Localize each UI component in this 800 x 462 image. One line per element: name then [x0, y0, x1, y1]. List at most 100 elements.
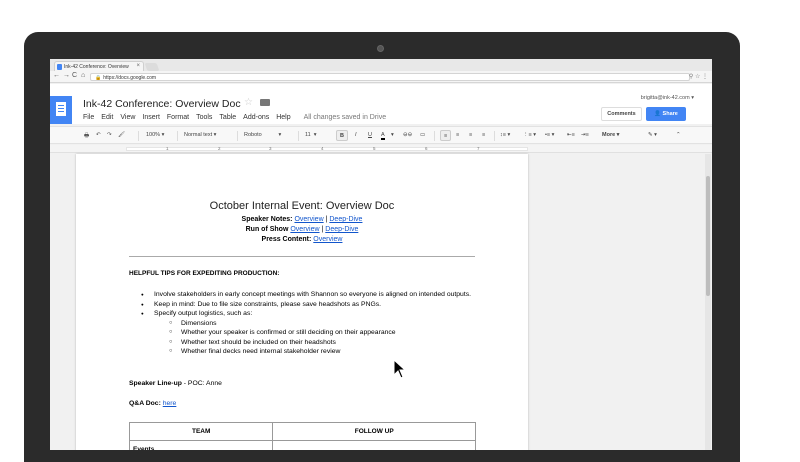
editing-mode-icon[interactable]: ✎ ▾ — [648, 132, 657, 138]
ruler-mark: 2 — [218, 146, 221, 151]
reload-icon[interactable]: C — [72, 72, 77, 79]
collapse-icon[interactable]: ⌃ — [676, 132, 681, 138]
url-field[interactable]: 🔒 https://docs.google.com — [90, 73, 690, 81]
docs-favicon-icon — [57, 64, 62, 70]
document-page[interactable]: October Internal Event: Overview Doc Spe… — [76, 154, 528, 450]
share-button[interactable]: 👤 Share — [646, 107, 686, 121]
list-item: Involve stakeholders in early concept me… — [129, 290, 479, 300]
list-item: Dimensions — [129, 319, 479, 329]
qa-doc-link[interactable]: here — [163, 400, 177, 407]
ruler-mark: 4 — [321, 146, 324, 151]
bold-button[interactable]: B — [336, 130, 348, 141]
qa-doc-line: Q&A Doc: here — [129, 400, 177, 407]
font-size-select[interactable]: 11 ▾ — [305, 132, 317, 138]
font-select[interactable]: Roboto ▾ — [244, 132, 281, 138]
underline-button[interactable]: U — [368, 132, 372, 138]
list-item: Keep in mind: Due to file size constrain… — [129, 300, 479, 310]
list-item: Specify output logistics, such as: — [129, 309, 479, 319]
align-left-icon[interactable]: ≡ — [440, 130, 452, 141]
menu-insert[interactable]: Insert — [142, 114, 160, 121]
menu-view[interactable]: View — [120, 114, 135, 121]
menu-table[interactable]: Table — [219, 114, 236, 121]
url-text: https://docs.google.com — [103, 75, 157, 81]
text-color-button[interactable]: A — [381, 132, 385, 140]
camera-icon — [377, 45, 384, 52]
menu-tools[interactable]: Tools — [196, 114, 212, 121]
list-item: Whether text should be included on their… — [129, 338, 479, 348]
undo-icon[interactable]: ↶ — [96, 132, 101, 138]
table-cell-events: Events — [128, 440, 274, 450]
table-cell[interactable] — [272, 440, 476, 450]
run-of-show-deepdive-link[interactable]: Deep-Dive — [325, 226, 358, 233]
address-bar-row: ← → C ⌂ 🔒 https://docs.google.com ⚲ ☆ ⋮ — [50, 71, 712, 83]
align-center-icon[interactable]: ≡ — [456, 132, 459, 138]
numbered-list-icon[interactable]: ⋮≡ ▾ — [523, 132, 536, 138]
save-status: All changes saved in Drive — [303, 114, 387, 121]
scrollbar[interactable] — [705, 154, 711, 450]
paint-format-icon[interactable]: 🖌 — [118, 132, 125, 138]
ruler-mark: 1 — [166, 146, 169, 151]
docs-logo-icon[interactable] — [50, 96, 72, 124]
menu-edit[interactable]: Edit — [101, 114, 113, 121]
scrollbar-thumb[interactable] — [706, 176, 710, 296]
italic-button[interactable]: I — [355, 132, 357, 138]
divider — [129, 256, 475, 257]
tips-heading: HELPFUL TIPS FOR EXPEDITING PRODUCTION: — [129, 270, 280, 277]
speaker-lineup: Speaker Line-up - POC: Anne — [129, 380, 222, 387]
mouse-cursor-icon — [393, 359, 407, 379]
speaker-notes-overview-link[interactable]: Overview — [294, 216, 323, 223]
comment-icon[interactable]: ▭ — [420, 132, 425, 138]
line-spacing-icon[interactable]: ↕≡ ▾ — [500, 132, 510, 138]
tips-list: Involve stakeholders in early concept me… — [129, 290, 479, 357]
text-color-dropdown-icon[interactable]: ▾ — [391, 132, 394, 138]
document-title[interactable]: Ink-42 Conference: Overview Doc — [83, 98, 241, 110]
team-table[interactable]: TEAM FOLLOW UP Events — [128, 422, 476, 450]
table-row[interactable]: Events — [128, 440, 476, 450]
speaker-notes-deepdive-link[interactable]: Deep-Dive — [329, 216, 362, 223]
increase-indent-icon[interactable]: ⇥≡ — [581, 132, 589, 138]
star-icon[interactable]: ☆ — [244, 97, 253, 108]
close-tab-icon[interactable]: × — [136, 63, 140, 69]
docs-header: Ink-42 Conference: Overview Doc ☆ File E… — [50, 84, 712, 124]
back-icon[interactable]: ← — [53, 72, 60, 79]
table-header-team: TEAM — [128, 422, 274, 441]
forward-icon[interactable]: → — [63, 72, 70, 79]
lock-icon: 🔒 — [95, 75, 102, 81]
ruler-mark: 3 — [269, 146, 272, 151]
bulleted-list-icon[interactable]: •≡ ▾ — [545, 132, 554, 138]
new-tab-button[interactable] — [144, 63, 160, 71]
more-menu[interactable]: More ▾ — [602, 132, 619, 138]
align-right-icon[interactable]: ≡ — [469, 132, 472, 138]
doc-heading: October Internal Event: Overview Doc — [209, 200, 395, 212]
press-overview-link[interactable]: Overview — [313, 236, 342, 243]
ruler-mark: 7 — [477, 146, 480, 151]
run-of-show-line: Run of Show Overview | Deep-Dive — [245, 226, 359, 233]
decrease-indent-icon[interactable]: ⇤≡ — [567, 132, 575, 138]
menu-format[interactable]: Format — [167, 114, 189, 121]
justify-icon[interactable]: ≡ — [482, 132, 485, 138]
menu-addons[interactable]: Add-ons — [243, 114, 269, 121]
bookmark-star-icon[interactable]: ⚲ ☆ ⋮ — [689, 73, 708, 80]
press-content-line: Press Content: Overview — [261, 236, 343, 243]
comments-button[interactable]: Comments — [601, 107, 642, 121]
menu-file[interactable]: File — [83, 114, 94, 121]
zoom-select[interactable]: 100% ▾ — [146, 132, 164, 138]
list-item: Whether your speaker is confirmed or sti… — [129, 328, 479, 338]
run-of-show-overview-link[interactable]: Overview — [290, 226, 319, 233]
browser-tabbar: Ink-42 Conference: Overview × — [50, 59, 712, 71]
table-header-follow-up: FOLLOW UP — [272, 422, 476, 441]
browser-tab[interactable]: Ink-42 Conference: Overview × — [54, 61, 144, 71]
print-icon[interactable]: 🖶 — [84, 132, 89, 141]
redo-icon[interactable]: ↷ — [107, 132, 112, 138]
screen: Ink-42 Conference: Overview × ← → C ⌂ 🔒 h… — [50, 59, 712, 450]
account-email[interactable]: brigitta@ink-42.com ▾ — [641, 95, 694, 101]
folder-icon[interactable] — [260, 99, 270, 106]
home-icon[interactable]: ⌂ — [81, 72, 85, 79]
link-icon[interactable]: ⊖⊖ — [403, 132, 412, 138]
speaker-notes-line: Speaker Notes: Overview | Deep-Dive — [241, 216, 363, 223]
style-select[interactable]: Normal text ▾ — [184, 132, 216, 138]
ruler-mark: 5 — [373, 146, 376, 151]
menu-help[interactable]: Help — [276, 114, 290, 121]
ruler[interactable]: 1 2 3 4 5 6 7 — [50, 145, 712, 153]
document-canvas: October Internal Event: Overview Doc Spe… — [50, 154, 712, 450]
